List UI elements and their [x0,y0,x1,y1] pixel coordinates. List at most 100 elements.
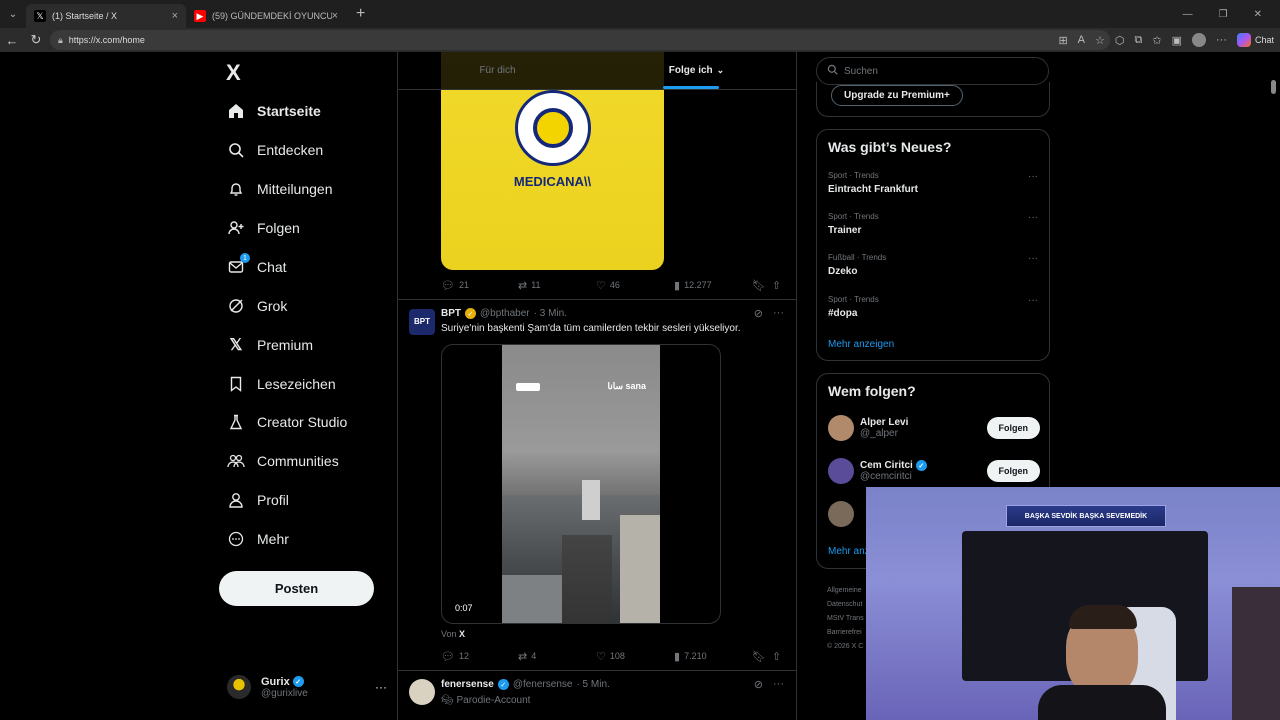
footer-link[interactable]: Barrierefrei [827,626,864,640]
window-controls: — ❐ ✕ [1183,0,1280,28]
account-switcher[interactable]: Gurix ✓ @gurixlive ··· [227,670,387,704]
video-player[interactable]: سانا sana 0:07 [441,344,721,624]
bookmark-button[interactable]: 🔖︎ [752,279,772,292]
post-time[interactable]: · 3 Min. [534,308,567,319]
account-more-icon[interactable]: ··· [375,680,387,694]
reload-icon[interactable]: ↻ [24,32,48,48]
trend-more-icon[interactable]: ··· [1028,212,1038,223]
restore-icon[interactable]: ❐ [1219,9,1228,20]
author-name[interactable]: fenersense [441,679,494,690]
trend-item[interactable]: Fußball · Trends Dzeko ··· [828,253,1038,277]
nav-item-mehr[interactable]: Mehr [227,527,289,551]
close-tab-icon[interactable]: × [172,10,178,22]
share-button[interactable]: ⇧ [772,650,781,663]
post-time[interactable]: · 5 Min. [576,679,609,690]
minimize-icon[interactable]: — [1183,9,1193,20]
author-handle[interactable]: @bpthaber [480,308,530,319]
page-scrollbar[interactable] [1271,80,1276,94]
close-window-icon[interactable]: ✕ [1254,9,1262,20]
nav-item-premium[interactable]: 𝕏 Premium [227,333,313,357]
extensions-icon[interactable]: ⬡ [1115,34,1125,47]
nav-item-entdecken[interactable]: Entdecken [227,138,323,162]
tab-startseite[interactable]: 𝕏 (1) Startseite / X × [26,4,186,28]
footer-link[interactable]: Allgemeine [827,584,864,598]
show-more-link[interactable]: Mehr anz [828,546,870,557]
nav-item-startseite[interactable]: Startseite [227,99,321,123]
nav-item-grok[interactable]: Grok [227,294,287,318]
footer-link[interactable]: MStV Trans [827,612,864,626]
read-aloud-icon[interactable]: A [1078,34,1085,46]
footer-link[interactable]: Datenschut [827,598,864,612]
post-more-icon[interactable]: ··· [773,307,784,320]
tab-actions-icon[interactable]: ⌄ [0,0,26,28]
nav-item-mitteilungen[interactable]: Mitteilungen [227,177,333,201]
trend-item[interactable]: Sport · Trends Eintracht Frankfurt ··· [828,171,1038,195]
tab-youtube[interactable]: ▶ (59) GÜNDEMDEKİ OYUNCULARD × [186,4,346,28]
author-handle[interactable]: @fenersense [513,679,573,690]
copilot-icon [1236,33,1251,47]
favorites-icon[interactable]: ✩ [1152,34,1161,47]
trend-more-icon[interactable]: ··· [1028,253,1038,264]
post-more-icon[interactable]: ··· [773,678,784,691]
reply-button[interactable]: 💬︎ 21 [441,279,518,292]
new-tab-icon[interactable]: + [356,5,365,23]
like-button[interactable]: ♡ 108 [596,650,674,663]
upgrade-premium-button[interactable]: Upgrade zu Premium+ [831,85,963,106]
grok-analyze-icon[interactable]: ⊘ [754,307,763,320]
follow-button[interactable]: Folgen [986,460,1040,482]
trends-title: Was gibt’s Neues? [828,139,952,155]
nav-label: Mitteilungen [257,181,333,197]
like-button[interactable]: ♡ 46 [596,279,674,292]
share-button[interactable]: ⇧ [772,279,781,292]
post-button[interactable]: Posten [219,571,374,606]
nav-item-profil[interactable]: Profil [227,488,289,512]
search-input[interactable]: Suchen [816,57,1049,85]
author-name[interactable]: BPT [441,308,461,319]
bookmark-button[interactable]: 🔖︎ [752,650,772,663]
trend-more-icon[interactable]: ··· [1028,295,1038,306]
repost-button[interactable]: ⇄ 4 [518,650,596,663]
profile-avatar[interactable] [1191,33,1206,47]
follow-button[interactable]: Folgen [986,417,1040,439]
repost-button[interactable]: ⇄ 11 [518,279,596,292]
parody-label: 🎭︎ Parodie-Account [441,695,530,706]
views-button[interactable]: ▮ 7.210 [674,650,752,663]
back-icon[interactable]: ← [0,33,24,48]
avatar[interactable]: BPT [409,309,435,335]
trend-item[interactable]: Sport · Trends #dopa ··· [828,295,1038,319]
favorite-star-icon[interactable]: ☆ [1095,34,1105,47]
close-tab-icon[interactable]: × [332,10,338,22]
tab-folge-ich[interactable]: Folge ich ⌄ [597,52,796,89]
follow-suggestion[interactable]: Alper Levi @_alper Folgen [828,413,1040,443]
nav-item-communities[interactable]: Communities [227,449,339,473]
bookmark-icon: 🔖︎ [752,650,766,663]
reply-button[interactable]: 💬︎ 12 [441,650,518,663]
tab-fuer-dich[interactable]: Für dich [398,52,597,89]
copilot-chat-button[interactable]: Chat [1236,33,1274,47]
views-button[interactable]: ▮ 12.277 [674,279,752,292]
suggestion-name: Alper Levi [860,417,909,428]
collections-icon[interactable]: ▣ [1172,34,1182,47]
avatar [828,415,854,441]
nav-item-creator-studio[interactable]: Creator Studio [227,410,347,434]
follow-suggestion[interactable]: Cem Ciritci ✓ @cemciritci Folgen [828,456,1040,486]
show-more-link[interactable]: Mehr anzeigen [828,339,894,350]
nav-item-folgen[interactable]: Folgen [227,216,300,240]
menu-more-icon[interactable]: ··· [1216,34,1227,46]
trend-more-icon[interactable]: ··· [1028,171,1038,182]
split-screen-icon[interactable]: ⧉ [1135,34,1143,47]
nav-item-lesezeichen[interactable]: Lesezeichen [227,372,336,396]
view-count: 7.210 [684,651,707,661]
nav-label: Folgen [257,220,300,236]
avatar[interactable] [409,679,435,705]
app-grid-icon[interactable]: ⊞ [1058,34,1067,47]
from-source[interactable]: X [459,629,465,639]
bookmark-icon: 🔖︎ [752,279,766,292]
x-logo-icon[interactable]: X [226,60,241,86]
trend-item[interactable]: Sport · Trends Trainer ··· [828,212,1038,236]
url-field[interactable]: 🔒︎ https://x.com/home [50,30,1110,50]
nav-item-chat[interactable]: 1 Chat [227,253,287,279]
suggestion-handle: @cemciritci [860,471,912,482]
suggestion-name: Cem Ciritci [860,460,913,471]
grok-analyze-icon[interactable]: ⊘ [754,678,763,691]
